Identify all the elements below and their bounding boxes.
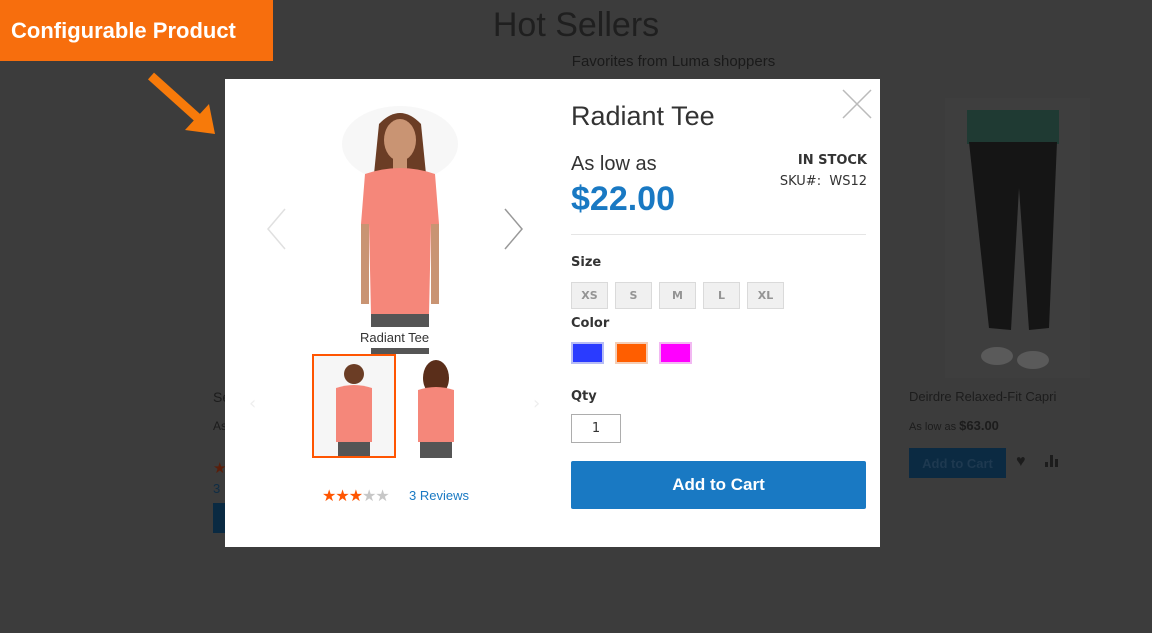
- reviews-link[interactable]: 3 Reviews: [409, 488, 469, 503]
- add-to-cart-button[interactable]: Add to Cart: [571, 461, 866, 509]
- arrow-icon: [147, 72, 215, 134]
- size-options: XS S M L XL: [571, 282, 784, 309]
- thumb-prev-arrow-icon[interactable]: ‹: [249, 393, 256, 414]
- price: $63.00: [959, 418, 999, 433]
- close-icon[interactable]: [842, 89, 872, 119]
- size-s[interactable]: S: [615, 282, 652, 309]
- bg-add-to-cart-button[interactable]: Add to Cart: [909, 448, 1006, 478]
- size-xl[interactable]: XL: [747, 282, 784, 309]
- rating-stars: ★★★★★: [322, 486, 390, 505]
- bg-product-price-line: As low as $63.00: [909, 418, 999, 433]
- prev-image-arrow-icon[interactable]: [265, 207, 289, 251]
- size-m[interactable]: M: [659, 282, 696, 309]
- price-prefix: As low as: [571, 153, 657, 175]
- bg-product-image[interactable]: [945, 98, 1090, 378]
- thumb-next-arrow-icon[interactable]: ›: [533, 393, 540, 414]
- star-empty-icon: ★★: [362, 486, 390, 505]
- bg-product-name[interactable]: Deirdre Relaxed-Fit Capri: [909, 389, 1056, 404]
- sku-label: SKU#:: [779, 174, 822, 189]
- sku-value: WS12: [829, 174, 867, 189]
- star-filled-icon: ★★★: [322, 486, 363, 505]
- size-l[interactable]: L: [703, 282, 740, 309]
- thumbnail-back[interactable]: [396, 354, 480, 458]
- product-title: Radiant Tee: [571, 101, 715, 131]
- sku: SKU#: WS12: [780, 174, 867, 189]
- compare-icon[interactable]: [1045, 455, 1058, 467]
- image-caption: Radiant Tee: [352, 327, 438, 348]
- wishlist-icon[interactable]: ♥: [1016, 453, 1026, 471]
- size-label: Size: [571, 255, 602, 270]
- thumbnail-front[interactable]: [312, 354, 396, 458]
- qty-input[interactable]: 1: [571, 414, 621, 443]
- qty-label: Qty: [571, 389, 597, 404]
- color-swatch-purple[interactable]: [659, 342, 692, 364]
- color-swatch-orange[interactable]: [615, 342, 648, 364]
- product-main-image[interactable]: [335, 104, 465, 354]
- divider: [571, 234, 866, 235]
- size-xs[interactable]: XS: [571, 282, 608, 309]
- next-image-arrow-icon[interactable]: [501, 207, 525, 251]
- annotation-badge: Configurable Product: [0, 0, 273, 61]
- color-swatch-blue[interactable]: [571, 342, 604, 364]
- price-prefix: As low as: [909, 421, 957, 433]
- product-price: $22.00: [571, 180, 675, 218]
- color-options: [571, 342, 692, 364]
- bg-reviews-link[interactable]: 3: [213, 481, 220, 496]
- quick-view-modal: Radiant Tee ‹ › ★★★★★ 3 Reviews Radiant …: [225, 79, 880, 547]
- color-label: Color: [571, 316, 610, 331]
- stock-status: IN STOCK: [797, 153, 867, 168]
